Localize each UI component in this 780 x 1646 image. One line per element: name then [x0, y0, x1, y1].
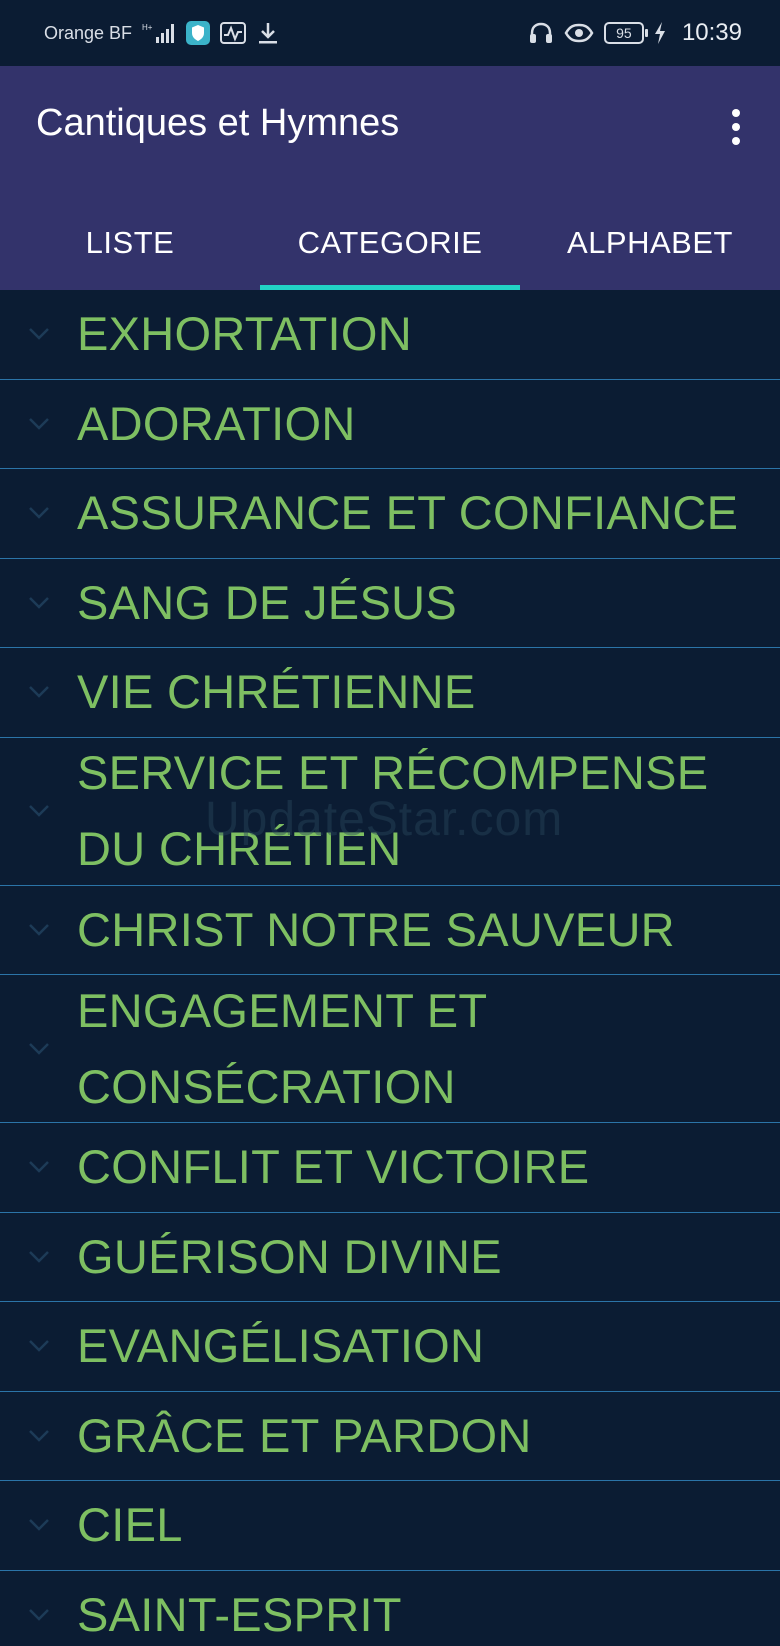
status-left: Orange BF H+: [44, 21, 280, 45]
headphones-icon: [529, 22, 552, 43]
chevron-down-icon: [29, 328, 49, 341]
chevron-down-icon: [29, 1042, 49, 1055]
download-icon: [259, 23, 278, 44]
category-row[interactable]: SERVICE ET RÉCOMPENSE DU CHRÉTIEN: [0, 738, 780, 886]
chevron-down-icon: [29, 805, 49, 817]
status-bar: Orange BF H+ 95 10:39: [0, 0, 780, 66]
chevron-down-icon: [29, 1608, 49, 1621]
chevron-down-icon: [29, 417, 49, 430]
category-label: GRÂCE ET PARDON: [77, 1408, 532, 1462]
tab-liste[interactable]: LISTE: [0, 196, 260, 290]
category-label: EVANGÉLISATION: [77, 1319, 485, 1373]
charging-icon: [654, 22, 665, 44]
tab-categorie[interactable]: CATEGORIE: [260, 196, 520, 290]
category-label: ADORATION: [77, 396, 356, 450]
category-label: SERVICE ET RÉCOMPENSE DU CHRÉTIEN: [77, 746, 709, 875]
category-row[interactable]: VIE CHRÉTIENNE: [0, 648, 780, 738]
more-vertical-icon: [732, 109, 740, 117]
chevron-down-icon: [29, 923, 49, 936]
category-label: CONFLIT ET VICTOIRE: [77, 1140, 590, 1194]
tab-bar: LISTE CATEGORIE ALPHABET: [0, 196, 780, 290]
shield-app-icon: [186, 21, 211, 45]
signal-icon: H+: [142, 23, 175, 43]
chevron-down-icon: [29, 596, 49, 609]
category-label: GUÉRISON DIVINE: [77, 1229, 502, 1283]
app-title: Cantiques et Hymnes: [36, 102, 400, 144]
chevron-down-icon: [29, 1340, 49, 1353]
category-label: ENGAGEMENT ET CONSÉCRATION: [77, 983, 487, 1113]
chevron-down-icon: [29, 507, 49, 520]
category-list: EXHORTATION ADORATION ASSURANCE ET CONFI…: [0, 290, 780, 1646]
chevron-down-icon: [29, 1250, 49, 1263]
chevron-down-icon: [29, 1519, 49, 1532]
carrier-name: Orange BF: [44, 22, 133, 43]
status-right: 95 10:39: [528, 19, 742, 47]
category-row[interactable]: GUÉRISON DIVINE: [0, 1213, 780, 1302]
category-label: EXHORTATION: [77, 307, 412, 361]
category-row[interactable]: ADORATION: [0, 380, 780, 469]
category-row[interactable]: SANG DE JÉSUS: [0, 559, 780, 648]
eye-icon: [564, 23, 594, 43]
more-options-button[interactable]: [716, 102, 756, 152]
app-bar: Cantiques et Hymnes LISTE CATEGORIE ALPH…: [0, 66, 780, 290]
battery-level: 95: [603, 22, 648, 44]
category-row[interactable]: ENGAGEMENT ET CONSÉCRATION: [0, 975, 780, 1123]
svg-text:H+: H+: [142, 23, 153, 32]
chevron-down-icon: [29, 1429, 49, 1442]
chevron-down-icon: [29, 1161, 49, 1174]
category-row[interactable]: SAINT-ESPRIT: [0, 1571, 780, 1646]
category-row[interactable]: CIEL: [0, 1481, 780, 1571]
category-label: ASSURANCE ET CONFIANCE: [77, 486, 739, 540]
category-row[interactable]: EXHORTATION: [0, 290, 780, 380]
more-vertical-icon-dot: [732, 137, 740, 145]
chevron-down-icon: [29, 686, 49, 699]
category-row[interactable]: ASSURANCE ET CONFIANCE: [0, 469, 780, 559]
category-label: SANG DE JÉSUS: [77, 575, 457, 629]
category-label: CIEL: [77, 1498, 183, 1552]
tab-alphabet[interactable]: ALPHABET: [520, 196, 780, 290]
category-row[interactable]: CHRIST NOTRE SAUVEUR: [0, 886, 780, 975]
more-vertical-icon-dot: [732, 123, 740, 131]
category-label: CHRIST NOTRE SAUVEUR: [77, 902, 675, 956]
status-clock: 10:39: [681, 19, 742, 46]
category-label: VIE CHRÉTIENNE: [77, 665, 476, 719]
category-label: SAINT-ESPRIT: [77, 1587, 402, 1641]
category-row[interactable]: GRÂCE ET PARDON: [0, 1392, 780, 1481]
category-row[interactable]: CONFLIT ET VICTOIRE: [0, 1123, 780, 1213]
activity-app-icon: [220, 22, 247, 44]
category-row[interactable]: EVANGÉLISATION: [0, 1302, 780, 1392]
